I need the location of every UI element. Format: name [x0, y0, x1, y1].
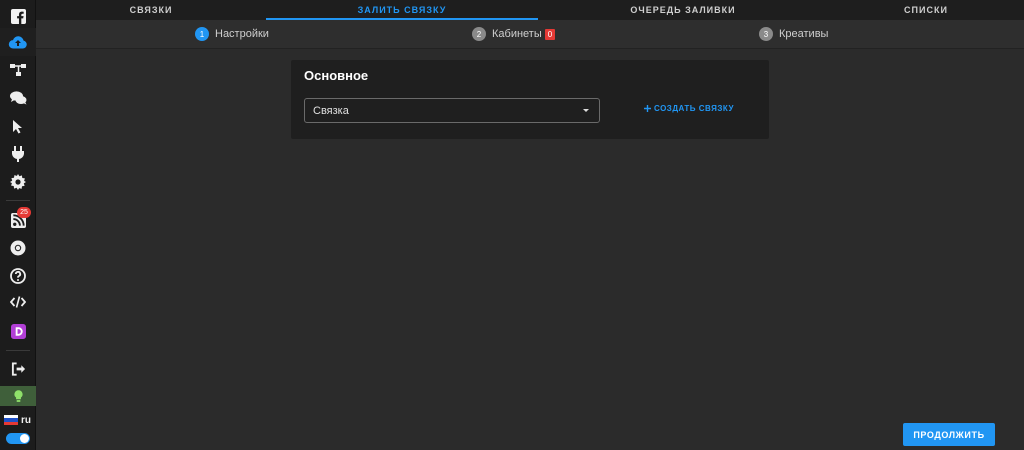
sidebar-item-settings[interactable] — [0, 168, 36, 196]
language-switcher[interactable]: ru — [4, 413, 31, 427]
russia-flag-icon — [4, 415, 18, 425]
top-tabs: СВЯЗКИ ЗАЛИТЬ СВЯЗКУ ОЧЕРЕДЬ ЗАЛИВКИ СПИ… — [36, 0, 1024, 20]
sidebar-item-plugins[interactable] — [0, 140, 36, 168]
bundle-select-value: Связка — [313, 104, 349, 117]
sidebar-item-upload[interactable] — [0, 28, 36, 56]
chrome-icon — [10, 240, 26, 256]
d-app-icon — [10, 323, 26, 339]
theme-toggle[interactable] — [6, 433, 30, 444]
cloud-upload-icon — [8, 35, 27, 48]
sidebar-divider — [6, 200, 30, 201]
create-bundle-button[interactable]: СОЗДАТЬ СВЯЗКУ — [644, 104, 734, 113]
step-number: 3 — [759, 27, 773, 41]
card-title: Основное — [304, 68, 369, 83]
help-icon — [10, 268, 26, 284]
step-creatives[interactable]: 3 Креативы — [759, 27, 828, 41]
tab-bundles[interactable]: СВЯЗКИ — [36, 0, 266, 20]
step-number: 1 — [195, 27, 209, 41]
create-bundle-label: СОЗДАТЬ СВЯЗКУ — [654, 104, 734, 113]
step-accounts[interactable]: 2 Кабинеты 0 — [472, 27, 556, 41]
tab-upload-bundle[interactable]: ЗАЛИТЬ СВЯЗКУ — [266, 0, 538, 20]
step-settings[interactable]: 1 Настройки — [195, 27, 269, 41]
chevron-down-icon — [583, 109, 589, 112]
sidebar-item-structure[interactable] — [0, 56, 36, 84]
sidebar-item-chrome[interactable] — [0, 234, 36, 262]
bundle-select[interactable]: Связка — [304, 98, 600, 123]
gear-icon — [10, 174, 26, 190]
sidebar-item-facebook[interactable] — [0, 2, 36, 30]
sidebar-item-d-app[interactable] — [0, 317, 36, 345]
sidebar-item-chat[interactable] — [0, 84, 36, 112]
sidebar-item-help[interactable] — [0, 262, 36, 290]
sidebar-item-logout[interactable] — [0, 355, 36, 383]
language-code: ru — [21, 414, 31, 426]
tab-lists[interactable]: СПИСКИ — [828, 0, 1024, 20]
chat-icon — [9, 91, 26, 105]
continue-button[interactable]: ПРОДОЛЖИТЬ — [903, 423, 995, 446]
sidebar-item-tips[interactable] — [0, 386, 36, 406]
plug-icon — [12, 146, 24, 162]
step-number: 2 — [472, 27, 486, 41]
lightbulb-icon — [13, 389, 23, 402]
wizard-stepper: 1 Настройки 2 Кабинеты 0 3 Креативы — [36, 20, 1024, 49]
plus-icon — [644, 105, 651, 112]
accounts-count-badge: 0 — [544, 28, 556, 40]
cursor-icon — [13, 119, 22, 133]
step-label: Кабинеты — [492, 28, 542, 40]
sidebar-divider — [6, 350, 30, 351]
app-root: 25 ru СВЯЗКИ ЗАЛИТЬ СВЯЗКУ ОЧЕРЕДЬ ЗАЛИВ… — [0, 0, 1024, 450]
sidebar: 25 ru — [0, 0, 36, 450]
code-icon — [10, 296, 26, 308]
sidebar-item-news[interactable]: 25 — [0, 206, 36, 234]
step-label: Креативы — [779, 28, 829, 40]
facebook-icon — [10, 8, 26, 24]
sitemap-icon — [10, 64, 26, 76]
news-count-badge: 25 — [17, 207, 31, 218]
main-settings-card: Основное Связка СОЗДАТЬ СВЯЗКУ — [291, 60, 769, 139]
tab-upload-queue[interactable]: ОЧЕРЕДЬ ЗАЛИВКИ — [538, 0, 828, 20]
sidebar-item-cursor[interactable] — [0, 112, 36, 140]
step-label: Настройки — [215, 28, 269, 40]
sidebar-item-code[interactable] — [0, 288, 36, 316]
logout-icon — [11, 362, 25, 376]
